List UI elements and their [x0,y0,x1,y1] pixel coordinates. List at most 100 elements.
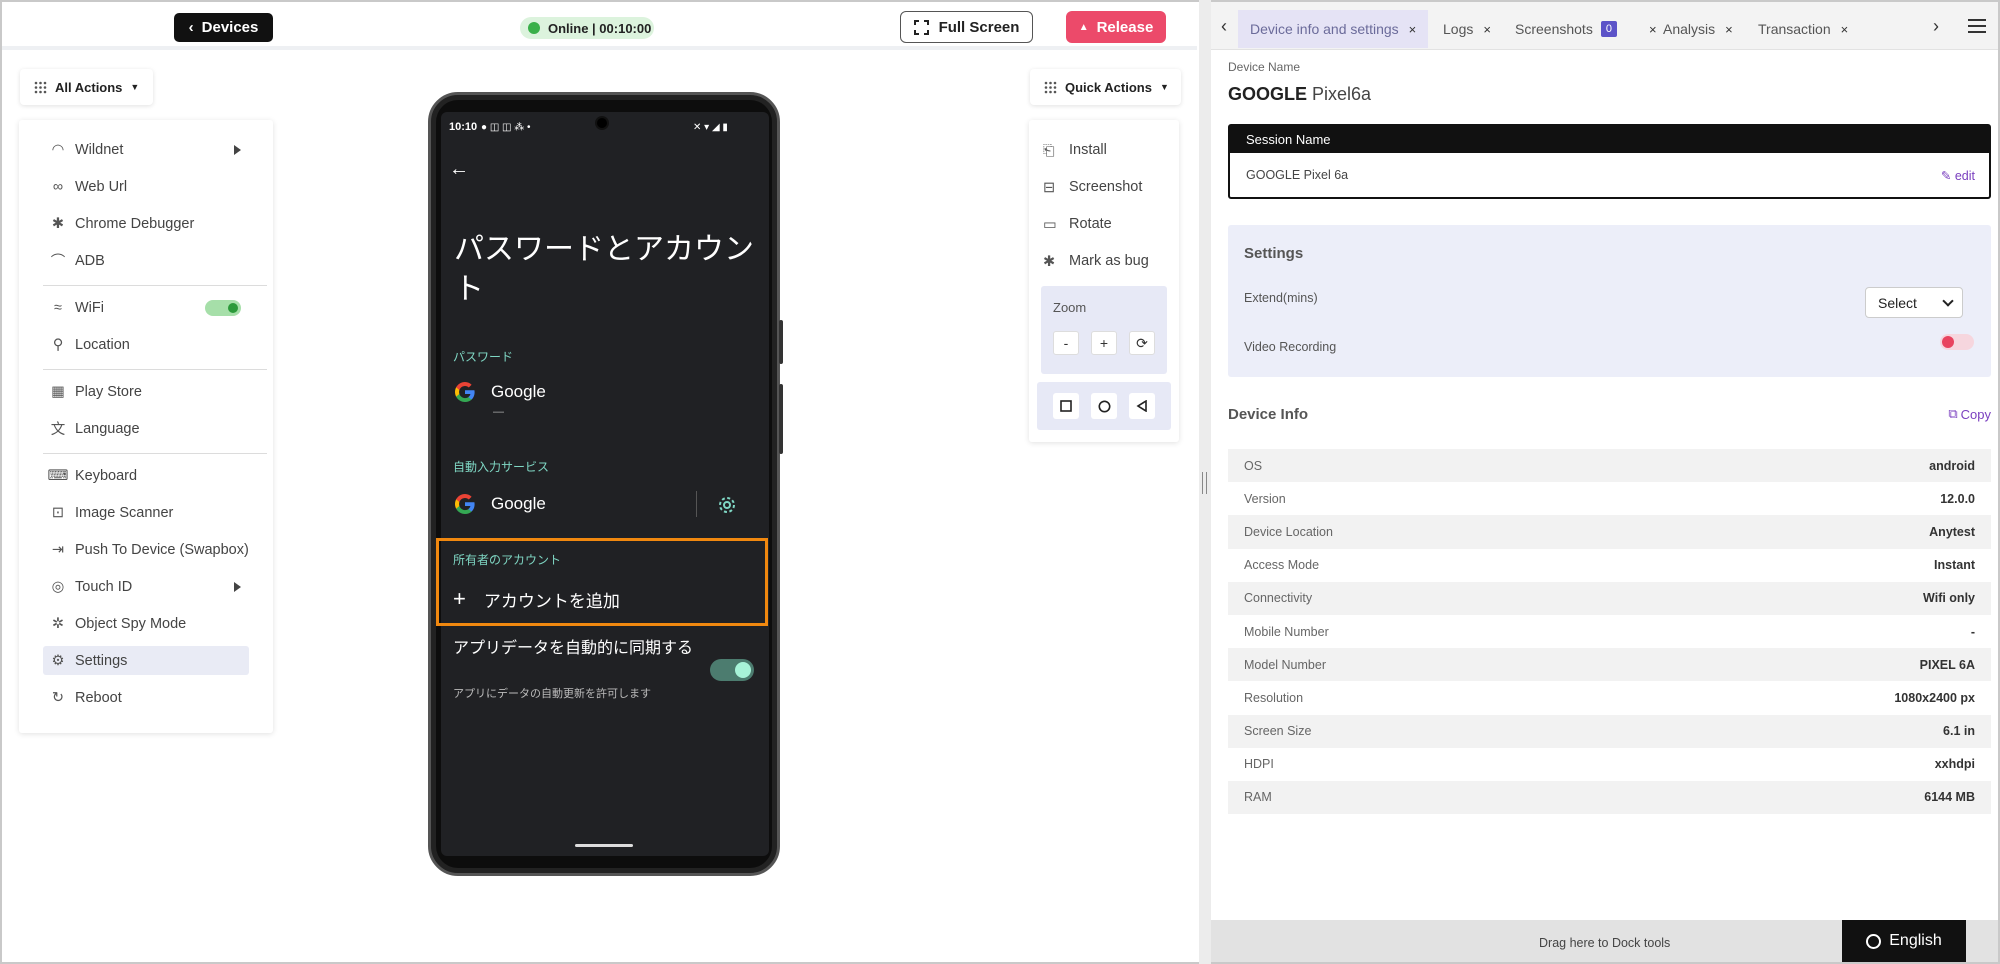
action-object-spy-mode[interactable]: ✲ Object Spy Mode [43,609,249,638]
online-dot-icon [528,22,540,34]
home-button[interactable] [1091,393,1117,419]
quick-screenshot[interactable]: ⊟ Screenshot [1043,179,1142,196]
google-password-sub: — [493,406,504,418]
push-icon: ⇥ [51,541,65,558]
gear-icon[interactable] [717,495,737,515]
device-info-row: Device Location Anytest [1228,515,1991,549]
action-wildnet[interactable]: ◠ Wildnet [43,135,249,164]
copy-device-info-button[interactable]: ⧉ Copy [1948,406,1991,422]
signal-battery-icons: ✕ ▾ ◢ ▮ [693,122,728,133]
zoom-in-button[interactable]: + [1091,331,1117,355]
drag-handle-icon[interactable] [1202,472,1207,494]
close-icon[interactable]: × [1409,22,1417,37]
rotate-icon: ▭ [1043,217,1057,233]
quick-actions-dropdown[interactable]: Quick Actions ▼ [1030,69,1181,105]
action-wifi[interactable]: ≈ WiFi [43,293,249,322]
device-info-row: OS android [1228,449,1991,483]
tab-scroll-left-icon[interactable]: ‹ [1221,16,1237,36]
divider [43,453,267,454]
back-button[interactable] [1129,393,1155,419]
zoom-reset-button[interactable]: ⟳ [1129,331,1155,355]
gear-icon: ⚙ [51,652,65,669]
screen-title: パスワードとアカウント [454,233,754,306]
google-logo-icon [455,382,475,402]
action-touch-id[interactable]: ◎ Touch ID [43,572,249,601]
location-icon: ⚲ [52,336,64,353]
device-info-row: Mobile Number - [1244,624,1975,639]
google-logo-icon [455,494,475,514]
extend-select[interactable]: Select [1865,287,1963,318]
refresh-icon: ⟳ [1136,334,1148,351]
circle-icon [1098,400,1110,412]
quick-rotate[interactable]: ▭ Rotate [1043,216,1112,233]
quick-install[interactable]: ⎗ Install [1043,142,1107,159]
session-name-value: GOOGLE Pixel 6a [1246,168,1349,182]
video-recording-toggle[interactable] [1940,334,1974,350]
action-language[interactable]: 文 Language [43,414,249,443]
device-info-row: Screen Size 6.1 in [1228,714,1991,748]
device-info-row: Connectivity Wifi only [1228,581,1991,615]
caret-down-icon: ▼ [1159,82,1169,92]
action-keyboard[interactable]: ⌨ Keyboard [43,461,249,490]
action-chrome-debugger[interactable]: ✱ Chrome Debugger [43,209,249,238]
action-adb[interactable]: ⌒ ADB [43,246,249,275]
fingerprint-icon: ◎ [51,578,65,595]
action-push-to-device[interactable]: ⇥ Push To Device (Swapbox) [43,535,249,564]
tab-logs[interactable]: Logs × [1431,10,1503,48]
device-info-row: Access Mode Instant [1244,558,1975,573]
bug-icon: ✱ [1043,254,1056,270]
auto-sync-subtitle: アプリにデータの自動更新を許可します [453,688,651,700]
apps-icon: ▦ [51,383,65,400]
device-screen[interactable]: 10:10 ● ◫ ◫ ⁂ • ✕ ▾ ◢ ▮ ← パスワードとアカウント パス… [441,112,769,856]
action-reboot[interactable]: ↻ Reboot [43,683,249,712]
tab-analysis[interactable]: Analysis × [1651,10,1745,48]
action-location[interactable]: ⚲ Location [43,330,249,359]
release-button[interactable]: ▲ Release [1066,11,1166,43]
close-icon[interactable]: × [1725,22,1733,37]
recents-button[interactable] [1053,393,1079,419]
full-screen-button[interactable]: Full Screen [900,11,1033,43]
action-settings[interactable]: ⚙ Settings [43,646,249,675]
tab-transaction[interactable]: Transaction × [1746,10,1860,48]
section-header-passwords: パスワード [453,350,514,364]
all-actions-dropdown[interactable]: All Actions ▼ [20,69,153,105]
chevron-down-icon [1942,295,1954,307]
action-image-scanner[interactable]: ⊡ Image Scanner [43,498,249,527]
grid-dots-icon [34,81,47,93]
close-icon[interactable]: × [1841,22,1849,37]
caret-down-icon: ▼ [130,82,140,92]
tab-scroll-right-icon[interactable]: › [1933,16,1949,36]
notification-icons: ● ◫ ◫ ⁂ • [481,122,531,133]
bug-icon: ✱ [51,215,65,232]
keyboard-icon: ⌨ [47,467,69,484]
google-password-row[interactable]: Google [453,380,546,404]
fullscreen-icon [913,19,929,35]
devices-back-button[interactable]: ‹ Devices [174,13,273,42]
scanner-icon: ⊡ [51,504,65,521]
language-icon: 文 [50,422,66,438]
tab-screenshots[interactable]: Screenshots 0 × [1503,10,1669,48]
triangle-back-icon [1136,400,1147,412]
tab-device-info[interactable]: Device info and settings × [1238,10,1429,48]
device-info-title: Device Info [1228,406,1309,423]
reboot-icon: ↻ [51,689,65,706]
wifi-toggle[interactable] [205,300,241,316]
back-arrow-icon[interactable]: ← [449,158,469,181]
all-actions-panel: ◠ Wildnet ∞ Web Url ✱ Chrome Debugger ⌒ … [19,120,273,733]
action-play-store[interactable]: ▦ Play Store [43,377,249,406]
quick-mark-as-bug[interactable]: ✱ Mark as bug [1043,253,1149,270]
autofill-google-row[interactable]: Google [453,492,546,516]
hamburger-menu-icon[interactable] [1968,19,1986,33]
session-edit-link[interactable]: ✎ edit [1941,168,1975,183]
zoom-out-button[interactable]: - [1053,331,1079,355]
highlighted-element-outline [436,538,768,626]
language-ring-icon [1866,933,1882,949]
close-icon[interactable]: × [1483,22,1491,37]
tools-panel: ‹ Device info and settings × Logs × Scre… [1211,2,1998,962]
language-button[interactable]: English [1842,920,1966,962]
action-web-url[interactable]: ∞ Web Url [43,172,249,201]
top-bar: ‹ Devices Online | 00:10:00 Full Screen … [2,2,1197,50]
zoom-label: Zoom [1053,300,1087,315]
auto-sync-toggle[interactable] [710,659,754,681]
zoom-controls: Zoom - + ⟳ [1041,286,1167,374]
